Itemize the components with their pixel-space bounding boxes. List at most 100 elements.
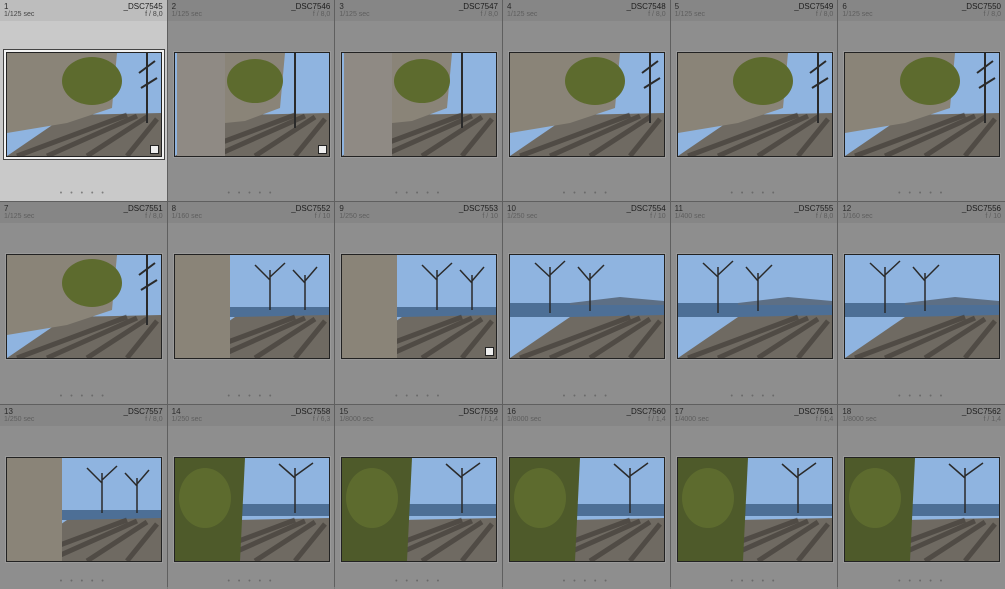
cell-aperture: f / 8,0	[145, 416, 163, 423]
photo-thumbnail[interactable]	[6, 52, 162, 157]
grid-cell-17[interactable]: 17 _DSC7561 1/4000 sec f / 1,4 • • • • •	[670, 405, 838, 589]
grid-cell-7[interactable]: 7 _DSC7551 1/125 sec f / 8,0 • • • • •	[0, 202, 167, 404]
cell-shutter-speed: 1/250 sec	[339, 213, 370, 220]
grid-cell-2[interactable]: 2 _DSC7546 1/125 sec f / 8,0 • • • • •	[167, 0, 335, 201]
cell-filename: _DSC7548	[626, 2, 666, 11]
cell-shutter-speed: 1/8000 sec	[507, 416, 542, 423]
rating-dots[interactable]: • • • • •	[838, 578, 1005, 585]
rating-dots[interactable]: • • • • •	[838, 393, 1005, 400]
cell-index: 6	[842, 2, 847, 11]
rating-dots[interactable]: • • • • •	[838, 190, 1005, 197]
grid-cell-16[interactable]: 16 _DSC7560 1/8000 sec f / 1,4 • • • • •	[503, 405, 670, 589]
grid-cell-11[interactable]: 11 _DSC7555 1/400 sec f / 8,0 • • • • •	[670, 202, 838, 404]
cell-filename: _DSC7553	[458, 204, 498, 213]
photo-thumbnail[interactable]	[509, 52, 665, 157]
cell-shutter-speed: 1/250 sec	[4, 416, 35, 423]
cell-header: 14 _DSC7558 1/250 sec f / 6,3	[167, 405, 335, 426]
photo-thumbnail[interactable]	[844, 254, 1001, 359]
photo-thumbnail[interactable]	[173, 457, 330, 562]
cell-index: 9	[339, 204, 344, 213]
cell-aperture: f / 10	[482, 213, 498, 220]
photo-thumbnail[interactable]	[341, 52, 498, 157]
cell-shutter-speed: 1/250 sec	[507, 213, 538, 220]
grid-cell-8[interactable]: 8 _DSC7552 1/160 sec f / 10 • • • • •	[167, 202, 335, 404]
cell-shutter-speed: 1/125 sec	[339, 11, 370, 18]
photo-thumbnail[interactable]	[509, 457, 665, 562]
edit-badge-icon[interactable]	[317, 145, 327, 154]
cell-index: 15	[339, 407, 349, 416]
grid-cell-15[interactable]: 15 _DSC7559 1/8000 sec f / 1,4 • • • • •	[335, 405, 502, 589]
rating-dots[interactable]: • • • • •	[335, 578, 502, 585]
grid-cell-12[interactable]: 12 _DSC7556 1/160 sec f / 10 • • • • •	[838, 202, 1005, 404]
cell-filename: _DSC7545	[123, 2, 163, 11]
grid-cell-10[interactable]: 10 _DSC7554 1/250 sec f / 10 • • • • •	[503, 202, 670, 404]
cell-index: 1	[4, 2, 9, 11]
cell-header: 18 _DSC7562 1/8000 sec f / 1,4	[838, 405, 1005, 426]
rating-dots[interactable]: • • • • •	[0, 578, 167, 585]
cell-header: 1 _DSC7545 1/125 sec f / 8,0	[0, 0, 167, 21]
grid-cell-4[interactable]: 4 _DSC7548 1/125 sec f / 8,0 • • • • •	[503, 0, 670, 201]
grid-cell-5[interactable]: 5 _DSC7549 1/125 sec f / 8,0 • • • • •	[670, 0, 838, 201]
cell-index: 14	[171, 407, 181, 416]
photo-thumbnail[interactable]	[676, 254, 833, 359]
cell-header: 7 _DSC7551 1/125 sec f / 8,0	[0, 202, 167, 223]
cell-header: 15 _DSC7559 1/8000 sec f / 1,4	[335, 405, 502, 426]
grid-cell-18[interactable]: 18 _DSC7562 1/8000 sec f / 1,4 • • • • •	[838, 405, 1005, 589]
rating-dots[interactable]: • • • • •	[503, 190, 670, 197]
photo-thumbnail[interactable]	[341, 254, 498, 359]
rating-dots[interactable]: • • • • •	[0, 393, 167, 400]
cell-aperture: f / 1,4	[815, 416, 834, 423]
filmstrip-grid: 1 _DSC7545 1/125 sec f / 8,0 • • • • • 2 _DSC…	[0, 0, 1005, 589]
cell-aperture: f / 10	[985, 213, 1001, 220]
cell-shutter-speed: 1/125 sec	[674, 11, 706, 18]
rating-dots[interactable]: • • • • •	[503, 393, 670, 400]
cell-aperture: f / 8,0	[815, 11, 834, 18]
cell-filename: _DSC7555	[794, 204, 834, 213]
grid-cell-14[interactable]: 14 _DSC7558 1/250 sec f / 6,3 • • • • •	[167, 405, 335, 589]
photo-thumbnail[interactable]	[676, 52, 833, 157]
cell-filename: _DSC7556	[961, 204, 1001, 213]
photo-thumbnail[interactable]	[341, 457, 498, 562]
photo-thumbnail[interactable]	[844, 457, 1001, 562]
photo-thumbnail[interactable]	[173, 254, 330, 359]
grid-cell-13[interactable]: 13 _DSC7557 1/250 sec f / 8,0 • • • • •	[0, 405, 167, 589]
photo-thumbnail[interactable]	[676, 457, 833, 562]
rating-dots[interactable]: • • • • •	[671, 393, 838, 400]
rating-dots[interactable]: • • • • •	[168, 578, 335, 585]
edit-badge-icon[interactable]	[485, 347, 495, 356]
photo-thumbnail[interactable]	[6, 457, 162, 562]
rating-dots[interactable]: • • • • •	[168, 190, 335, 197]
cell-header: 11 _DSC7555 1/400 sec f / 8,0	[670, 202, 838, 223]
photo-thumbnail[interactable]	[173, 52, 330, 157]
edit-badge-icon[interactable]	[150, 145, 159, 154]
cell-filename: _DSC7552	[291, 204, 331, 213]
grid-cell-6[interactable]: 6 _DSC7550 1/125 sec f / 8,0 • • • • •	[838, 0, 1005, 201]
rating-dots[interactable]: • • • • •	[671, 190, 838, 197]
cell-aperture: f / 1,4	[648, 416, 666, 423]
cell-shutter-speed: 1/250 sec	[171, 416, 203, 423]
rating-dots[interactable]: • • • • •	[335, 190, 502, 197]
cell-aperture: f / 10	[650, 213, 666, 220]
cell-aperture: f / 8,0	[312, 11, 331, 18]
rating-dots[interactable]: • • • • •	[168, 393, 335, 400]
cell-filename: _DSC7560	[626, 407, 666, 416]
rating-dots[interactable]: • • • • •	[335, 393, 502, 400]
grid-cell-1[interactable]: 1 _DSC7545 1/125 sec f / 8,0 • • • • •	[0, 0, 167, 201]
cell-shutter-speed: 1/400 sec	[674, 213, 706, 220]
cell-index: 12	[842, 204, 852, 213]
photo-thumbnail[interactable]	[6, 254, 162, 359]
cell-header: 17 _DSC7561 1/4000 sec f / 1,4	[670, 405, 838, 426]
cell-filename: _DSC7559	[458, 407, 498, 416]
photo-thumbnail[interactable]	[844, 52, 1001, 157]
grid-cell-3[interactable]: 3 _DSC7547 1/125 sec f / 8,0 • • • • •	[335, 0, 502, 201]
rating-dots[interactable]: • • • • •	[503, 578, 670, 585]
cell-shutter-speed: 1/8000 sec	[842, 416, 877, 423]
cell-filename: _DSC7557	[123, 407, 163, 416]
rating-dots[interactable]: • • • • •	[0, 190, 167, 197]
cell-filename: _DSC7549	[794, 2, 834, 11]
cell-shutter-speed: 1/125 sec	[171, 11, 203, 18]
cell-index: 16	[507, 407, 516, 416]
photo-thumbnail[interactable]	[509, 254, 665, 359]
rating-dots[interactable]: • • • • •	[671, 578, 838, 585]
grid-cell-9[interactable]: 9 _DSC7553 1/250 sec f / 10 • • • • •	[335, 202, 502, 404]
